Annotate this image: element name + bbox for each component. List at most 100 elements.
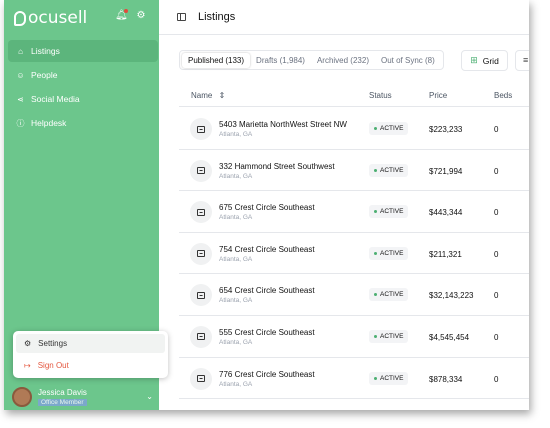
user-popup-menu: ⚙ Settings ↦ Sign Out [13, 331, 168, 378]
sidebar-item-label: People [31, 70, 58, 80]
filter-button[interactable]: ≡ [515, 50, 529, 71]
listing-tabs: Published (133) Drafts (1,984) Archived … [179, 50, 444, 70]
sidebar-item-helpdesk[interactable]: ⓘ Helpdesk [8, 112, 158, 134]
listing-city: Atlanta, GA [219, 131, 253, 138]
tab-out-of-sync[interactable]: Out of Sync (8) [375, 53, 441, 68]
listing-address: 776 Crest Circle Southeast [219, 369, 315, 379]
status-badge: ACTIVE [369, 122, 409, 135]
table-row[interactable]: 675 Crest Circle Southeast Atlanta, GA ACT… [179, 191, 529, 233]
logo[interactable]: ocusell [14, 8, 87, 28]
listings-table-body: 5403 Marietta NorthWest Street NW Atlanta… [179, 108, 529, 400]
listing-city: Atlanta, GA [219, 255, 253, 263]
listing-price: $878,334 [429, 374, 463, 384]
listing-beds: 0 [494, 125, 499, 134]
listing-city: Atlanta, GA [219, 380, 253, 388]
listing-address: 754 Crest Circle Southeast [219, 244, 315, 254]
sidebar-toggle-icon[interactable] [177, 13, 186, 21]
listing-city: Atlanta, GA [219, 214, 253, 222]
signout-menu-item[interactable]: ↦ Sign Out [16, 356, 165, 375]
column-header-name[interactable]: Name ⇕ [191, 91, 225, 100]
gear-icon[interactable]: ⚙ [135, 10, 147, 22]
table-row[interactable]: 5403 Marietta NorthWest Street NW Atlanta… [179, 108, 529, 150]
listing-beds: 0 [494, 374, 499, 384]
tab-archived[interactable]: Archived (232) [311, 53, 375, 68]
page-title: Listings [198, 11, 236, 23]
logo-text: ocusell [28, 8, 88, 28]
table-header: Name ⇕ Status Price Beds [179, 83, 529, 107]
share-icon: ⋖ [17, 94, 24, 104]
listing-address: 5403 Marietta NorthWest Street NW [219, 120, 347, 129]
table-row[interactable]: 776 Crest Circle Southeast Atlanta, GA ACT… [179, 358, 529, 400]
status-badge: ACTIVE [369, 246, 409, 260]
info-icon: ⓘ [16, 118, 25, 128]
tab-drafts[interactable]: Drafts (1,984) [250, 53, 311, 68]
sidebar-item-people[interactable]: ☺ People [8, 64, 158, 86]
people-icon: ☺ [16, 70, 25, 80]
listing-price: $223,233 [429, 125, 463, 134]
settings-menu-item[interactable]: ⚙ Settings [16, 334, 165, 353]
image-icon [197, 333, 205, 341]
column-header-status: Status [369, 91, 392, 100]
image-icon [197, 208, 205, 216]
listing-address: 332 Hammond Street Southwest [219, 161, 335, 171]
chevron-down-icon: ⌄ [146, 392, 153, 401]
listing-price: $721,994 [429, 166, 463, 176]
listing-price: $4,545,454 [429, 332, 470, 342]
status-badge: ACTIVE [369, 163, 409, 177]
sidebar-item-social-media[interactable]: ⋖ Social Media [8, 88, 158, 110]
listing-beds: 0 [494, 208, 499, 218]
listing-thumbnail [190, 242, 212, 265]
notification-dot [124, 9, 128, 13]
sidebar-item-label: Social Media [31, 94, 80, 104]
listing-price: $443,344 [429, 208, 463, 218]
user-role: Office Member [38, 399, 87, 406]
listing-thumbnail [190, 325, 212, 348]
listing-city: Atlanta, GA [219, 338, 253, 346]
sidebar-item-label: Helpdesk [31, 118, 67, 128]
column-header-label: Name [191, 91, 213, 100]
sidebar-nav: ⌂ Listings ☺ People ⋖ Social Media ⓘ Hel… [8, 40, 158, 136]
column-header-price: Price [429, 91, 448, 100]
listing-thumbnail [190, 201, 212, 224]
listing-beds: 0 [494, 332, 499, 342]
logout-icon: ↦ [24, 361, 31, 370]
listing-address: 555 Crest Circle Southeast [219, 327, 315, 337]
status-badge: ACTIVE [369, 371, 409, 385]
listing-thumbnail [190, 284, 212, 307]
grid-icon: ⊞ [470, 55, 478, 65]
listing-thumbnail [190, 118, 212, 140]
image-icon [197, 250, 205, 258]
listing-beds: 0 [494, 249, 499, 259]
tab-published[interactable]: Published (133) [182, 52, 251, 68]
sidebar-item-label: Listings [31, 46, 60, 56]
user-menu[interactable]: Jessica Davis Office Member ⌄ [12, 384, 157, 410]
table-row[interactable]: 555 Crest Circle Southeast Atlanta, GA ACT… [179, 316, 529, 358]
app-window: ocusell 🔔︎ ⚙ ⌂ Listings ☺ People ⋖ Socia… [4, 0, 529, 410]
column-header-beds: Beds [494, 91, 513, 100]
image-icon [197, 167, 205, 175]
sidebar-item-listings[interactable]: ⌂ Listings [8, 40, 158, 62]
sort-icon: ⇕ [218, 91, 226, 100]
table-row[interactable]: 332 Hammond Street Southwest Atlanta, GA A… [179, 150, 529, 192]
listing-beds: 0 [494, 291, 499, 301]
listing-price: $32,143,223 [429, 291, 474, 301]
listing-beds: 0 [494, 166, 499, 176]
signout-label: Sign Out [37, 361, 69, 370]
image-icon [197, 291, 205, 299]
listing-thumbnail [190, 159, 212, 182]
listing-city: Atlanta, GA [219, 172, 253, 180]
user-name: Jessica Davis [38, 388, 87, 397]
table-row[interactable]: 654 Crest Circle Southeast Atlanta, GA ACT… [179, 274, 529, 316]
page-header: Listings [159, 0, 529, 35]
image-icon [197, 125, 205, 133]
table-row[interactable]: 754 Crest Circle Southeast Atlanta, GA ACT… [179, 233, 529, 275]
home-icon: ⌂ [18, 46, 23, 56]
settings-label: Settings [38, 339, 68, 348]
grid-label: Grid [482, 55, 499, 66]
listing-city: Atlanta, GA [219, 297, 253, 305]
listing-address: 675 Crest Circle Southeast [219, 203, 315, 213]
listing-thumbnail [190, 367, 212, 390]
bell-icon[interactable]: 🔔︎ [115, 9, 128, 22]
status-badge: ACTIVE [369, 288, 409, 302]
grid-view-button[interactable]: ⊞ Grid [461, 50, 508, 71]
